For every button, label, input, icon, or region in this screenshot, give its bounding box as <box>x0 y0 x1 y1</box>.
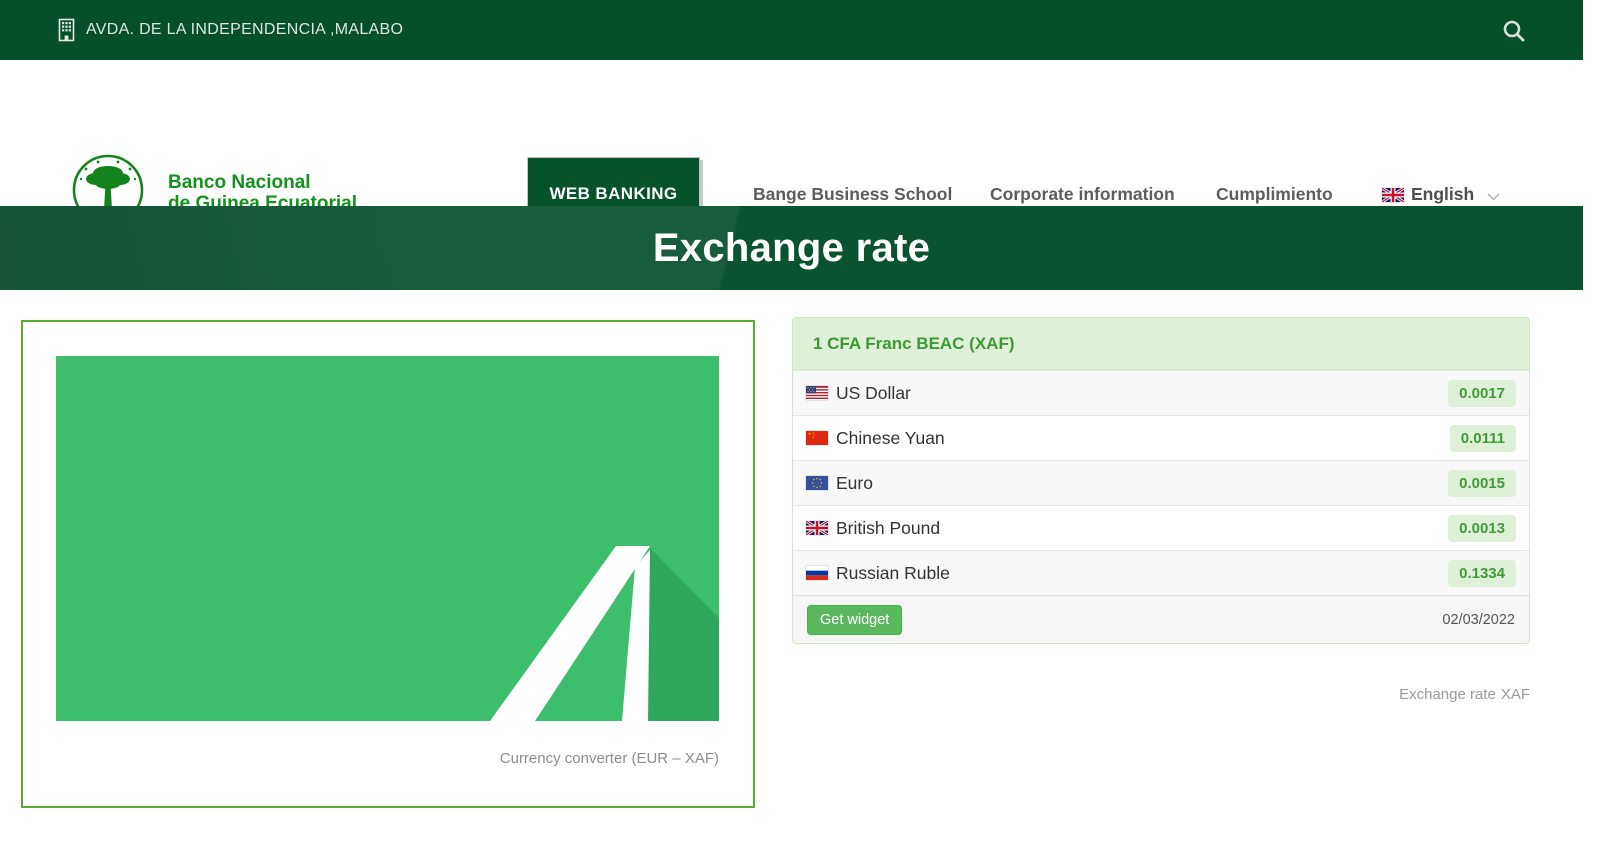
russia-flag-icon <box>806 566 828 580</box>
currency-link[interactable]: British Pound <box>836 518 940 539</box>
eu-flag-icon <box>806 476 828 490</box>
uk-flag-icon <box>806 521 828 535</box>
branch-address-text: AVDA. DE LA INDEPENDENCIA ,MALABO <box>86 21 403 39</box>
rate-value: 0.0111 <box>1450 425 1516 452</box>
rate-value: 0.0017 <box>1448 380 1516 407</box>
exchange-rate-link[interactable]: Exchange rate <box>1399 686 1496 703</box>
rate-value: 0.0013 <box>1448 515 1516 542</box>
xaf-link[interactable]: XAF <box>1501 686 1530 703</box>
china-flag-icon <box>806 431 828 445</box>
bank-name-line1: Banco Nacional <box>168 172 357 193</box>
search-icon[interactable] <box>1499 16 1529 46</box>
page-title: Exchange rate <box>653 226 930 271</box>
bottom-links: Exchange rate XAF <box>792 686 1530 703</box>
currency-converter-card: Currency converter (EUR – XAF) <box>21 320 755 808</box>
currency-converter-image[interactable] <box>56 356 719 721</box>
currency-link[interactable]: US Dollar <box>836 383 911 404</box>
rate-row-us-dollar: US Dollar 0.0017 <box>793 370 1529 415</box>
rate-row-british-pound: British Pound 0.0013 <box>793 505 1529 550</box>
rate-value: 0.0015 <box>1448 470 1516 497</box>
page: AVDA. DE LA INDEPENDENCIA ,MALABO <box>0 0 1603 861</box>
converter-caption-link[interactable]: Currency converter (EUR – XAF) <box>500 750 719 767</box>
building-icon <box>57 18 76 42</box>
get-widget-button[interactable]: Get widget <box>807 605 902 635</box>
currency-link[interactable]: Russian Ruble <box>836 563 950 584</box>
site-header: BANGE Banco Nacional de Guinea Ecuatoria… <box>0 60 1583 206</box>
nav-cumplimiento[interactable]: Cumplimiento <box>1216 184 1333 205</box>
rates-panel-header: 1 CFA Franc BEAC (XAF) <box>793 318 1529 370</box>
page-banner: Exchange rate <box>0 206 1583 290</box>
exchange-rates-panel: 1 CFA Franc BEAC (XAF) US Dollar 0.0017 … <box>792 317 1530 644</box>
rate-row-euro: Euro 0.0015 <box>793 460 1529 505</box>
rates-panel-footer: Get widget 02/03/2022 <box>793 595 1529 643</box>
us-flag-icon <box>806 386 828 400</box>
rate-value: 0.1334 <box>1448 560 1516 587</box>
chevron-down-icon <box>1487 193 1500 201</box>
language-label: English <box>1411 184 1474 205</box>
rate-row-russian-ruble: Russian Ruble 0.1334 <box>793 550 1529 595</box>
branch-address: AVDA. DE LA INDEPENDENCIA ,MALABO <box>57 18 403 42</box>
rate-row-chinese-yuan: Chinese Yuan 0.0111 <box>793 415 1529 460</box>
nav-bange-business-school[interactable]: Bange Business School <box>753 184 952 205</box>
rates-date: 02/03/2022 <box>1442 612 1515 628</box>
rates-panel-title: 1 CFA Franc BEAC (XAF) <box>813 334 1015 354</box>
top-bar: AVDA. DE LA INDEPENDENCIA ,MALABO <box>0 0 1583 60</box>
nav-corporate-information[interactable]: Corporate information <box>990 184 1175 205</box>
language-selector[interactable]: English <box>1382 184 1500 205</box>
uk-flag-icon <box>1382 188 1404 202</box>
currency-link[interactable]: Euro <box>836 473 873 494</box>
currency-link[interactable]: Chinese Yuan <box>836 428 945 449</box>
